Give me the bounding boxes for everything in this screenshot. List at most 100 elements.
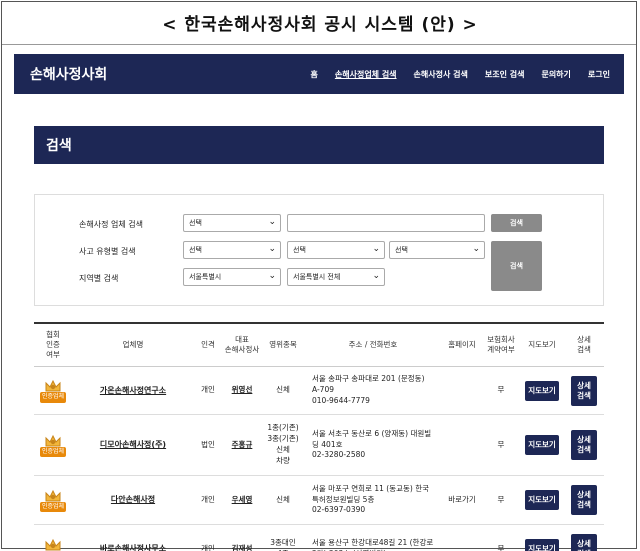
search-panel: 손해사정 업체 검색 선택 ⌄ 검색 사고 유형별 검색 선택 ⌄ 선택 ⌄ 선택 ⌄ … bbox=[34, 194, 604, 306]
company-name-link[interactable]: 가온손해사정연구소 bbox=[100, 385, 166, 397]
th-homepage: 홈페이지 bbox=[448, 340, 476, 350]
map-button[interactable]: 지도보기 bbox=[525, 435, 559, 455]
map-button[interactable]: 지도보기 bbox=[525, 490, 559, 510]
company-search-button[interactable]: 검색 bbox=[491, 214, 542, 232]
detail-button[interactable]: 상세 검색 bbox=[571, 375, 597, 406]
business-items-cell: 1종(기존) 3종(기존) 신체 차량 bbox=[267, 423, 299, 465]
table-row: 인증업체 디모아손해사정(주) 법인 주홍규 1종(기존) 3종(기존) 신체 차량 서울… bbox=[34, 415, 604, 476]
nav-home[interactable]: 홈 bbox=[311, 69, 318, 80]
site-screenshot: 손해사정사회 홈 손해사정업체 검색 손해사정사 검색 보조인 검색 문의하기 … bbox=[14, 54, 624, 551]
map-button[interactable]: 지도보기 bbox=[525, 539, 559, 551]
nav-login[interactable]: 로그인 bbox=[588, 69, 610, 80]
type-cell: 개인 bbox=[201, 494, 215, 504]
company-cell: 다안손해사정 bbox=[72, 476, 194, 524]
certified-cell: 인증업체 bbox=[34, 525, 72, 551]
accident-select-3[interactable]: 선택 ⌄ bbox=[389, 241, 485, 259]
crown-seal-icon bbox=[45, 538, 61, 551]
top-navbar: 손해사정사회 홈 손해사정업체 검색 손해사정사 검색 보조인 검색 문의하기 … bbox=[14, 54, 624, 94]
representative-link[interactable]: 김재성 bbox=[232, 544, 253, 551]
address-cell: 서울 송파구 송파대로 201 (문정동) A-709 010-9644-777… bbox=[312, 374, 425, 405]
map-button[interactable]: 지도보기 bbox=[525, 380, 559, 401]
detail-button[interactable]: 상세 검색 bbox=[571, 430, 597, 460]
certified-badge-label: 인증업체 bbox=[39, 446, 67, 458]
representative-link[interactable]: 우세영 bbox=[232, 495, 253, 506]
certified-badge: 인증업체 bbox=[39, 537, 67, 551]
accident-select-2[interactable]: 선택 ⌄ bbox=[287, 241, 385, 259]
business-items-cell: 3종대인 4종 bbox=[270, 538, 296, 551]
certified-badge: 인증업체 bbox=[39, 378, 67, 403]
map-cell: 지도보기 bbox=[520, 525, 564, 551]
homepage-cell: 바로가기 bbox=[442, 476, 482, 524]
nav-adjuster-search[interactable]: 손해사정사 검색 bbox=[414, 69, 468, 80]
site-logo[interactable]: 손해사정사회 bbox=[30, 64, 311, 84]
th-contract: 보험회사 계약여부 bbox=[487, 335, 515, 354]
map-cell: 지도보기 bbox=[520, 367, 564, 414]
contract-cell: 무 bbox=[497, 439, 505, 449]
business-items-cell: 신체 bbox=[276, 494, 290, 504]
th-company: 업체명 bbox=[122, 340, 144, 350]
accident-select-1[interactable]: 선택 ⌄ bbox=[183, 241, 281, 259]
certified-badge-label: 인증업체 bbox=[39, 501, 67, 513]
th-business-items: 영위종목 bbox=[269, 340, 297, 350]
homepage-cell bbox=[442, 367, 482, 414]
page-banner: 검색 bbox=[34, 126, 604, 164]
nav-company-search[interactable]: 손해사정업체 검색 bbox=[335, 69, 397, 80]
representative-cell: 주홍규 bbox=[222, 415, 262, 475]
accident-type-label: 사고 유형별 검색 bbox=[79, 247, 136, 256]
homepage-cell bbox=[442, 415, 482, 475]
homepage-cell bbox=[442, 525, 482, 551]
representative-cell: 김재성 bbox=[222, 525, 262, 551]
region-select-city[interactable]: 서울특별시 ⌄ bbox=[183, 268, 281, 286]
homepage-link[interactable]: 바로가기 bbox=[448, 495, 476, 506]
document-title: < 한국손해사정사회 공시 시스템 (안) > bbox=[162, 15, 478, 35]
chevron-down-icon: ⌄ bbox=[472, 244, 480, 254]
th-type: 인격 bbox=[201, 340, 215, 350]
certified-cell: 인증업체 bbox=[34, 367, 72, 414]
map-cell: 지도보기 bbox=[520, 476, 564, 524]
representative-link[interactable]: 주홍규 bbox=[232, 440, 253, 451]
th-map: 지도보기 bbox=[528, 340, 556, 350]
nav-menu: 홈 손해사정업체 검색 손해사정사 검색 보조인 검색 문의하기 로그인 bbox=[311, 69, 611, 80]
certified-badge: 인증업체 bbox=[39, 433, 67, 458]
contract-cell: 무 bbox=[497, 385, 505, 395]
chevron-down-icon: ⌄ bbox=[268, 271, 276, 281]
th-representative: 대표 손해사정사 bbox=[224, 335, 260, 354]
detail-button[interactable]: 상세 검색 bbox=[571, 485, 597, 515]
chevron-down-icon: ⌄ bbox=[268, 217, 276, 227]
company-search-input[interactable] bbox=[287, 214, 485, 232]
chevron-down-icon: ⌄ bbox=[372, 271, 380, 281]
company-cell: 디모아손해사정(주) bbox=[72, 415, 194, 475]
chevron-down-icon: ⌄ bbox=[372, 244, 380, 254]
company-name-link[interactable]: 바로손해사정사무소 bbox=[100, 543, 166, 551]
table-row: 인증업체 가온손해사정연구소 개인 위영선 신체 서울 송파구 송파대로 201 (문정동… bbox=[34, 367, 604, 415]
representative-cell: 우세영 bbox=[222, 476, 262, 524]
th-address: 주소 / 전화번호 bbox=[348, 340, 398, 350]
detail-cell: 상세 검색 bbox=[564, 476, 604, 524]
company-select[interactable]: 선택 ⌄ bbox=[183, 214, 281, 232]
table-row: 인증업체 바로손해사정사무소 개인 김재성 3종대인 4종 서울 용산구 한강대로48길 … bbox=[34, 525, 604, 551]
table-row: 인증업체 다안손해사정 개인 우세영 신체 서울 마포구 연희로 11 (동교동) 한국 … bbox=[34, 476, 604, 525]
title-divider bbox=[2, 44, 636, 45]
detail-cell: 상세 검색 bbox=[564, 525, 604, 551]
nav-assistant-search[interactable]: 보조인 검색 bbox=[485, 69, 525, 80]
chevron-down-icon: ⌄ bbox=[268, 244, 276, 254]
filter-search-button[interactable]: 검색 bbox=[491, 241, 542, 291]
company-name-link[interactable]: 디모아손해사정(주) bbox=[100, 439, 166, 451]
company-name-link[interactable]: 다안손해사정 bbox=[111, 494, 155, 506]
type-cell: 개인 bbox=[201, 543, 215, 551]
page-title: 검색 bbox=[46, 138, 72, 154]
address-cell: 서울 서초구 동산로 6 (양재동) 대원빌 딩 401호 02-3280-25… bbox=[312, 428, 432, 460]
representative-link[interactable]: 위영선 bbox=[232, 385, 253, 396]
company-cell: 가온손해사정연구소 bbox=[72, 367, 194, 414]
contract-cell: 무 bbox=[497, 494, 505, 504]
detail-cell: 상세 검색 bbox=[564, 415, 604, 475]
table-body: 인증업체 가온손해사정연구소 개인 위영선 신체 서울 송파구 송파대로 201 (문정동… bbox=[34, 367, 604, 551]
address-cell: 서울 용산구 한강대로48길 21 (한강로 2가) 203호 (신영빌딩) bbox=[312, 538, 434, 551]
type-cell: 개인 bbox=[201, 385, 215, 395]
region-select-district[interactable]: 서울특별시 전체 ⌄ bbox=[287, 268, 385, 286]
type-cell: 법인 bbox=[201, 439, 215, 449]
map-cell: 지도보기 bbox=[520, 415, 564, 475]
region-label: 지역별 검색 bbox=[79, 274, 119, 283]
detail-button[interactable]: 상세 검색 bbox=[571, 534, 597, 551]
nav-contact[interactable]: 문의하기 bbox=[541, 69, 570, 80]
